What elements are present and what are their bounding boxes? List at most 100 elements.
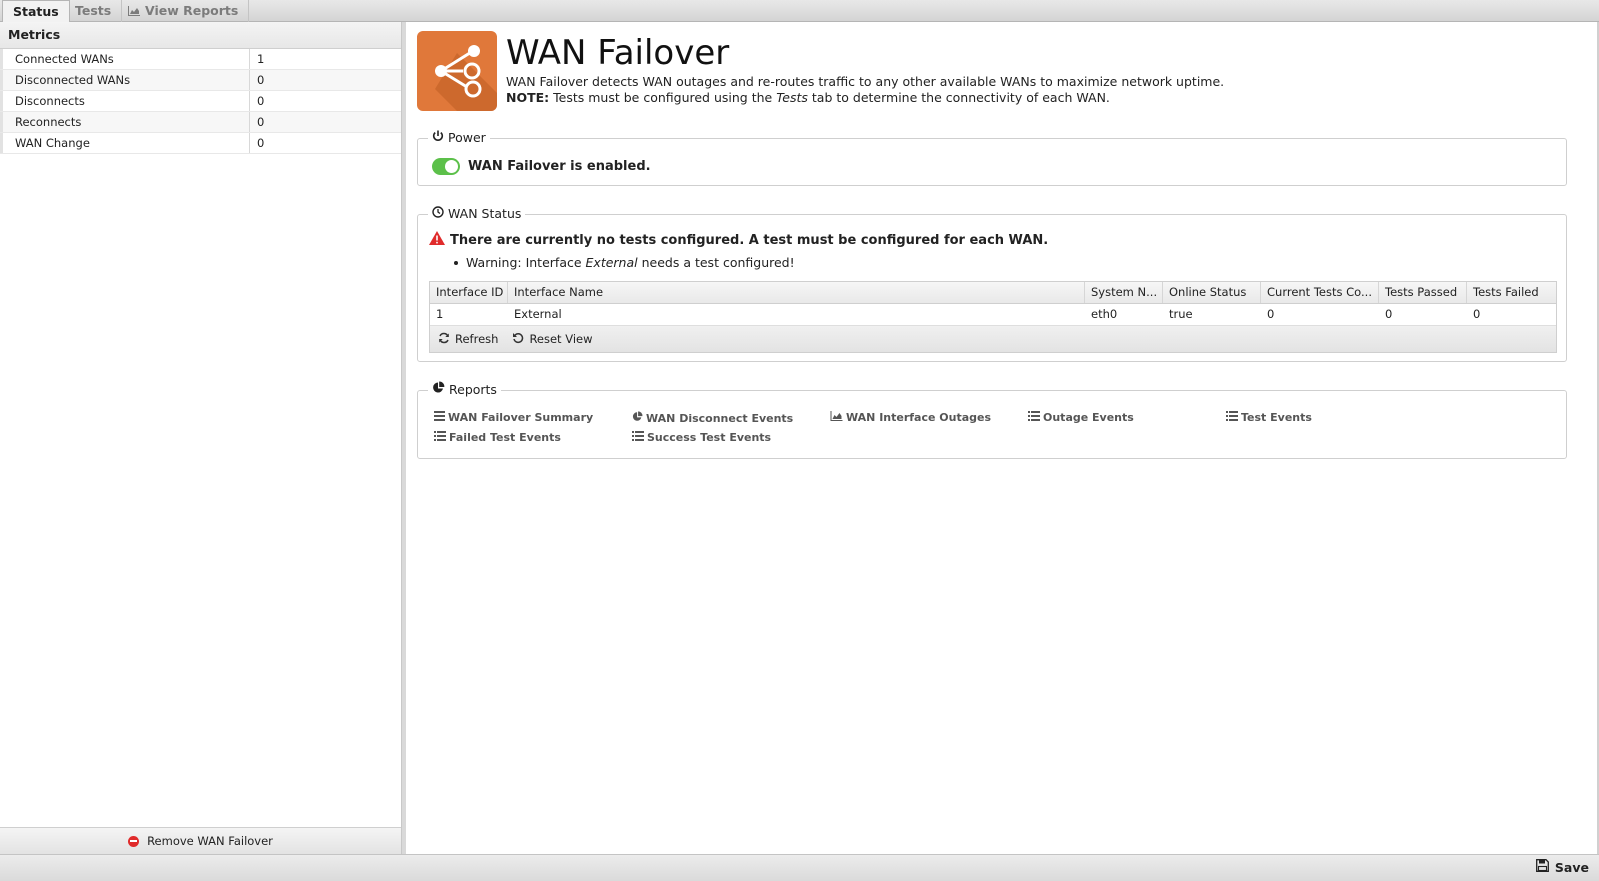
bullet — [454, 260, 458, 265]
main-panel: WAN Failover WAN Failover detects WAN ou… — [406, 22, 1599, 854]
report-link[interactable]: Success Test Events — [632, 431, 771, 444]
report-link-label: WAN Interface Outages — [846, 411, 992, 424]
refresh-label: Refresh — [455, 332, 499, 346]
floppy-disk-icon — [1535, 859, 1549, 875]
no-tests-warning: There are currently no tests configured.… — [429, 231, 1048, 249]
power-legend-label: Power — [448, 130, 486, 145]
refresh-icon — [438, 332, 450, 347]
wan-failover-logo — [417, 31, 497, 111]
app-description: WAN Failover detects WAN outages and re-… — [506, 74, 1225, 89]
clock-icon — [432, 205, 444, 223]
wan-status-legend: WAN Status — [428, 205, 526, 223]
tab-status[interactable]: Status — [2, 0, 70, 23]
metric-row: WAN Change 0 — [0, 133, 401, 154]
wan-status-grid: Interface ID Interface Name System N... … — [429, 281, 1557, 353]
metric-value: 0 — [257, 136, 265, 150]
tab-status-label: Status — [13, 4, 59, 19]
save-button[interactable]: Save — [1535, 859, 1589, 875]
list-icon — [632, 431, 644, 444]
table-cell: 0 — [1473, 307, 1481, 321]
wan-status-section: WAN Status There are currently no tests … — [417, 205, 1567, 362]
remove-circle-icon — [128, 835, 140, 847]
metric-value: 0 — [257, 73, 265, 87]
column-header[interactable]: System N... — [1085, 282, 1163, 303]
reports-section: Reports WAN Failover Summary WAN Disconn… — [417, 381, 1567, 459]
metric-row: Reconnects 0 — [0, 112, 401, 133]
metric-value: 0 — [257, 115, 265, 129]
report-link-label: WAN Failover Summary — [448, 411, 594, 424]
reports-links: WAN Failover Summary WAN Disconnect Even… — [434, 411, 1434, 451]
note-label: NOTE: — [506, 90, 550, 105]
metrics-panel: Metrics Connected WANs 1 Disconnected WA… — [0, 22, 402, 854]
warning-item-interface: External — [585, 255, 638, 270]
column-header[interactable]: Interface ID — [430, 282, 508, 303]
report-link[interactable]: Failed Test Events — [434, 431, 561, 444]
metrics-table: Connected WANs 1 Disconnected WANs 0 Dis… — [0, 49, 401, 154]
metric-row: Connected WANs 1 — [0, 49, 401, 70]
tab-tests[interactable]: Tests — [65, 0, 123, 22]
app-note: NOTE: Tests must be configured using the… — [506, 90, 1110, 106]
pie-chart-icon — [632, 411, 643, 425]
tab-tests-label: Tests — [75, 3, 112, 18]
report-link-label: Success Test Events — [647, 431, 772, 444]
note-text-pre: Tests must be configured using the — [553, 90, 773, 105]
report-link[interactable]: WAN Failover Summary — [434, 411, 593, 424]
column-header[interactable]: Tests Passed — [1379, 282, 1467, 303]
table-cell: 1 — [436, 307, 444, 321]
warning-item-pre: Warning: Interface — [466, 255, 582, 270]
tab-view-reports[interactable]: View Reports — [118, 0, 250, 22]
report-link-label: Failed Test Events — [449, 431, 561, 444]
metric-name: Disconnects — [0, 91, 250, 111]
report-link-label: WAN Disconnect Events — [646, 411, 794, 425]
metric-name: Connected WANs — [0, 49, 250, 69]
report-link[interactable]: WAN Disconnect Events — [632, 411, 793, 425]
table-cell: true — [1169, 307, 1193, 321]
list-icon — [1028, 411, 1040, 424]
power-section: Power WAN Failover is enabled. — [417, 129, 1567, 186]
reset-view-button[interactable]: Reset View — [512, 332, 593, 347]
metric-name: WAN Change — [0, 133, 250, 153]
reset-view-label: Reset View — [529, 332, 593, 346]
reports-legend: Reports — [428, 381, 501, 399]
power-toggle[interactable] — [432, 158, 460, 175]
note-text-post: tab to determine the connectivity of eac… — [811, 90, 1110, 105]
table-cell: 0 — [1267, 307, 1275, 321]
list-icon — [434, 411, 445, 424]
power-legend: Power — [428, 129, 490, 147]
warning-item-text: Warning: Interface External needs a test… — [466, 255, 795, 270]
column-header[interactable]: Current Tests Co... — [1261, 282, 1379, 303]
note-text-em: Tests — [776, 90, 808, 105]
table-row[interactable]: 1 External eth0 true 0 0 0 — [430, 304, 1556, 326]
metric-value: 1 — [257, 52, 265, 66]
save-label: Save — [1554, 859, 1589, 875]
report-link-label: Test Events — [1241, 411, 1312, 424]
page-title: WAN Failover — [506, 33, 730, 73]
wan-status-legend-label: WAN Status — [448, 206, 522, 221]
table-cell: External — [514, 307, 562, 321]
no-tests-warning-text: There are currently no tests configured.… — [450, 232, 1049, 248]
reports-legend-label: Reports — [449, 382, 497, 397]
column-header[interactable]: Online Status — [1163, 282, 1261, 303]
metric-value: 0 — [257, 94, 265, 108]
grid-header: Interface ID Interface Name System N... … — [430, 282, 1556, 304]
table-cell: 0 — [1385, 307, 1393, 321]
list-icon — [434, 431, 446, 444]
report-link[interactable]: Outage Events — [1028, 411, 1134, 424]
area-chart-icon — [128, 6, 140, 16]
metric-row: Disconnects 0 — [0, 91, 401, 112]
metric-name: Disconnected WANs — [0, 70, 250, 90]
column-header[interactable]: Tests Failed — [1467, 282, 1556, 303]
grid-toolbar: Refresh Reset View — [430, 326, 1556, 352]
tab-view-reports-label: View Reports — [145, 3, 239, 18]
column-header[interactable]: Interface Name — [508, 282, 1085, 303]
pie-chart-icon — [432, 381, 445, 399]
warning-list-item: Warning: Interface External needs a test… — [454, 255, 795, 270]
area-chart-icon — [830, 411, 843, 424]
power-icon — [432, 129, 444, 147]
remove-app-button[interactable]: Remove WAN Failover — [0, 827, 401, 854]
report-link[interactable]: WAN Interface Outages — [830, 411, 991, 424]
metric-name: Reconnects — [0, 112, 250, 132]
tab-bar: Status Tests View Reports — [0, 0, 1599, 23]
report-link[interactable]: Test Events — [1226, 411, 1312, 424]
refresh-button[interactable]: Refresh — [438, 332, 498, 347]
